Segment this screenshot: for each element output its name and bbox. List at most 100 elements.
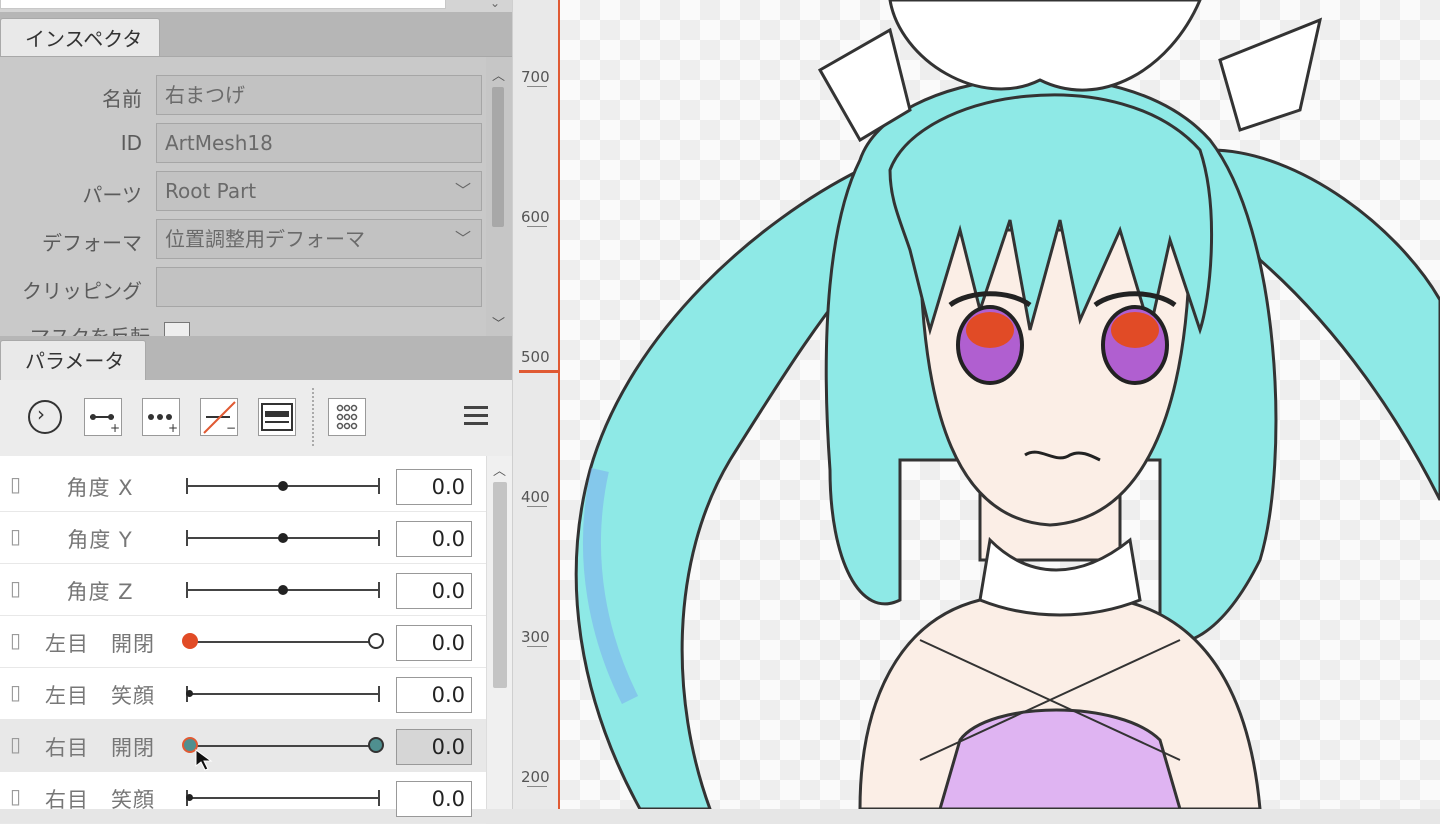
parameter-value[interactable]: 0.0 (396, 573, 472, 609)
mouse-cursor-icon (195, 749, 213, 771)
parameter-row[interactable]: ▯ 角度 Z 0.0 (0, 564, 486, 616)
parameter-name: 右目 笑顔 (45, 788, 155, 812)
slider-handle[interactable] (278, 585, 288, 595)
name-value: 右まつげ (165, 83, 245, 107)
add-key-icon[interactable]: + (84, 398, 122, 436)
mask-invert-checkbox[interactable] (164, 322, 190, 337)
scroll-up-icon[interactable]: ︿ (492, 65, 505, 84)
mask-invert-row: マスクを反転 (0, 319, 486, 337)
top-field[interactable] (0, 0, 446, 9)
ruler-tick (527, 506, 547, 507)
parameter-name: 角度 Y (67, 528, 133, 552)
parameter-value[interactable]: 0.0 (396, 729, 472, 765)
parameter-name: 左目 笑顔 (45, 684, 155, 708)
parameter-name: 左目 開閉 (45, 632, 155, 656)
parameter-slider[interactable] (182, 630, 384, 654)
slider-handle[interactable] (278, 533, 288, 543)
tab-inspector-label: インスペクタ (25, 27, 143, 51)
slider-handle[interactable] (186, 690, 193, 697)
id-value: ArtMesh18 (165, 131, 273, 155)
parameter-slider[interactable] (186, 682, 380, 706)
parameter-scrollbar[interactable]: ︿ (486, 456, 512, 809)
deformer-select[interactable]: 位置調整用デフォーマ ﹀ (156, 219, 482, 259)
ruler-label: 500 (521, 348, 550, 366)
clipping-label: クリッピング (22, 279, 142, 303)
name-label: 名前 (102, 87, 142, 111)
menu-icon[interactable] (464, 406, 488, 426)
ruler-tick (527, 226, 547, 227)
parameter-value[interactable]: 0.0 (396, 521, 472, 557)
svg-text:+: + (110, 421, 120, 435)
parameter-name: 角度 X (66, 476, 134, 500)
lock-icon[interactable]: ▯ (10, 628, 21, 652)
slider-handle[interactable] (182, 633, 198, 649)
chevron-down-icon: ﹀ (454, 229, 471, 248)
key-point[interactable] (368, 737, 384, 753)
parameter-row[interactable]: ▯ 左目 開閉 0.0 (0, 616, 486, 668)
parts-label: パーツ (82, 183, 142, 207)
headdress (888, 0, 1202, 92)
add-three-keys-icon[interactable]: + (142, 398, 180, 436)
parts-value: Root Part (165, 179, 257, 203)
parameter-row[interactable]: ▯ 角度 Y 0.0 (0, 512, 486, 564)
parameter-scroll-thumb[interactable] (493, 482, 507, 688)
key-grid-icon[interactable] (258, 398, 296, 436)
ruler-tick (527, 646, 547, 647)
tab-parameters-label: パラメータ (25, 349, 125, 373)
character-illustration (574, 0, 1440, 809)
inspector-tabbar: インスペクタ (0, 12, 512, 58)
key-matrix-icon[interactable] (328, 398, 366, 436)
tab-parameters[interactable]: パラメータ (0, 340, 146, 380)
lock-icon[interactable]: ▯ (10, 524, 21, 548)
key-point[interactable] (368, 633, 384, 649)
lock-icon[interactable]: ▯ (10, 784, 21, 808)
deformer-value: 位置調整用デフォーマ (165, 227, 365, 251)
clipping-field[interactable] (156, 267, 482, 307)
slider-handle[interactable] (186, 794, 193, 801)
top-panel-remnant: ⌄ (0, 0, 512, 12)
lock-icon[interactable]: ▯ (10, 472, 21, 496)
svg-text:−: − (226, 421, 236, 435)
inspector-scrollbar[interactable]: ︿ ﹀ (486, 57, 512, 337)
scroll-down-icon[interactable]: ﹀ (492, 313, 505, 332)
parameter-name: 角度 Z (66, 580, 134, 604)
parameter-value[interactable]: 0.0 (396, 625, 472, 661)
chevron-down-icon: ﹀ (454, 181, 471, 200)
ruler-tick (527, 786, 547, 787)
parameter-row[interactable]: ▯ 右目 笑顔 0.0 (0, 772, 486, 824)
parameter-row[interactable]: ▯ 左目 笑顔 0.0 (0, 668, 486, 720)
id-field[interactable]: ArtMesh18 (156, 123, 482, 163)
ruler-label: 400 (521, 488, 550, 506)
tab-inspector[interactable]: インスペクタ (0, 18, 160, 58)
parameter-value[interactable]: 0.0 (396, 469, 472, 505)
ruler-label: 600 (521, 208, 550, 226)
name-field[interactable]: 右まつげ (156, 75, 482, 115)
model-canvas[interactable] (560, 0, 1440, 809)
lock-icon[interactable]: ▯ (10, 576, 21, 600)
lock-icon[interactable]: ▯ (10, 680, 21, 704)
scroll-up-icon[interactable]: ︿ (493, 460, 506, 479)
parameter-slider[interactable] (186, 786, 380, 810)
ruler-label: 200 (521, 768, 550, 786)
delete-key-icon[interactable]: − (200, 398, 238, 436)
ruler-label: 700 (521, 68, 550, 86)
parameter-value[interactable]: 0.0 (396, 781, 472, 817)
deformer-label: デフォーマ (42, 231, 142, 255)
parameter-slider[interactable] (186, 578, 380, 602)
parameter-slider[interactable] (186, 474, 380, 498)
inspector-fields: 名前 右まつげ ID ArtMesh18 パーツ Root Part ﹀ デフォ… (0, 57, 486, 337)
lock-icon[interactable]: ▯ (10, 732, 21, 756)
parameter-row[interactable]: ▯ 右目 開閉 0.0 (0, 720, 486, 772)
parameter-row[interactable]: ▯ 角度 X 0.0 (0, 460, 486, 512)
slider-handle[interactable] (278, 481, 288, 491)
parts-select[interactable]: Root Part ﹀ (156, 171, 482, 211)
parameter-tabbar: パラメータ (0, 336, 512, 380)
parameter-name: 右目 開閉 (45, 736, 155, 760)
parameter-value[interactable]: 0.0 (396, 677, 472, 713)
svg-text:+: + (168, 421, 178, 435)
parameter-slider[interactable] (186, 526, 380, 550)
inspector-scroll-thumb[interactable] (492, 87, 504, 227)
play-circle-icon[interactable]: › (28, 400, 62, 434)
scroll-down-icon[interactable]: ⌄ (490, 0, 500, 10)
mask-invert-label: マスクを反転 (30, 325, 150, 337)
